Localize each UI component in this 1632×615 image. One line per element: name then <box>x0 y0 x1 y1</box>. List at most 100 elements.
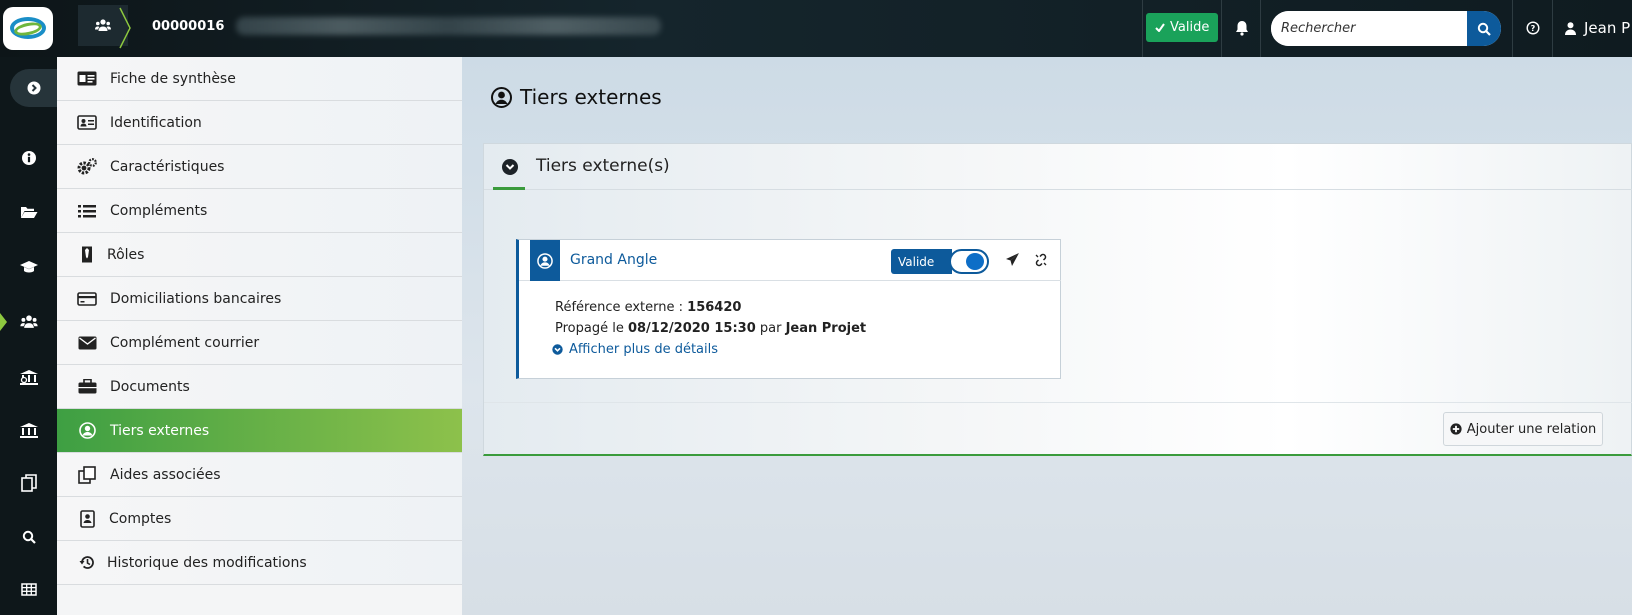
briefcase-icon <box>76 378 98 396</box>
menu-item-identification[interactable]: Identification <box>57 101 462 145</box>
menu-item-complement-courrier[interactable]: Complément courrier <box>57 321 462 365</box>
info-icon[interactable] <box>0 143 57 173</box>
folder-open-icon[interactable] <box>0 197 57 227</box>
blurred-dossier-title <box>236 17 661 35</box>
main-content: Tiers externes Tiers externe(s) Grand An… <box>462 57 1632 615</box>
menu-item-caracteristiques[interactable]: Caractéristiques <box>57 145 462 189</box>
unlink-icon[interactable] <box>1034 252 1048 271</box>
tie-icon <box>76 246 98 264</box>
address-card-icon <box>76 114 98 132</box>
show-more-details-link[interactable]: Afficher plus de détails <box>552 339 866 360</box>
user-menu[interactable]: Jean P <box>1565 19 1630 37</box>
card-header: Grand Angle Valide <box>519 240 1061 281</box>
section-menu: Fiche de synthèse Identification Caracté… <box>57 57 462 615</box>
chevron-down-circle-icon <box>552 344 563 355</box>
search-icon <box>1477 22 1491 36</box>
menu-item-aides-associees[interactable]: Aides associées <box>57 453 462 497</box>
tiers-status-badge: Valide <box>891 249 952 274</box>
page-title-text: Tiers externes <box>520 85 662 109</box>
user-name: Jean P <box>1584 19 1631 37</box>
propagated-label: Propagé le <box>555 321 628 336</box>
chevron-right-circle-icon <box>27 81 40 95</box>
app-logo[interactable] <box>3 7 53 50</box>
propagation-line: Propagé le 08/12/2020 15:30 par Jean Pro… <box>555 318 866 339</box>
user-circle-icon <box>76 422 98 440</box>
clone-icon <box>76 465 98 484</box>
menu-item-label: Rôles <box>107 246 145 263</box>
menu-item-label: Caractéristiques <box>110 158 225 175</box>
tiers-panel: Tiers externe(s) Grand Angle Valide Réfé… <box>483 143 1632 456</box>
menu-item-label: Aides associées <box>110 466 221 483</box>
menu-item-label: Domiciliations bancaires <box>110 290 282 307</box>
search-button[interactable] <box>1467 11 1501 46</box>
search-box <box>1271 11 1501 46</box>
bell-icon[interactable] <box>1230 16 1254 40</box>
status-toggle[interactable] <box>949 249 989 274</box>
plus-circle-icon <box>1450 423 1462 435</box>
menu-item-fiche-synthese[interactable]: Fiche de synthèse <box>57 57 462 101</box>
user-circle-icon <box>530 240 560 281</box>
status-label: Valide <box>1170 20 1210 35</box>
bank-user-icon[interactable] <box>0 362 57 392</box>
by-label: par <box>755 321 786 336</box>
user-icon <box>1565 21 1576 35</box>
menu-item-comptes[interactable]: Comptes <box>57 497 462 541</box>
tiers-card: Grand Angle Valide Référence externe : 1… <box>516 239 1061 379</box>
menu-item-label: Complément courrier <box>110 334 260 351</box>
external-reference-line: Référence externe : 156420 <box>555 297 866 318</box>
show-more-details-label: Afficher plus de détails <box>569 342 719 357</box>
search-nav-icon[interactable] <box>0 522 57 552</box>
list-icon <box>76 202 98 220</box>
menu-item-label: Fiche de synthèse <box>110 70 236 87</box>
status-badge: Valide <box>1146 13 1219 42</box>
menu-item-historique[interactable]: Historique des modifications <box>57 541 462 585</box>
left-rail <box>0 57 57 615</box>
propagated-by: Jean Projet <box>785 321 867 336</box>
paper-plane-icon[interactable] <box>1005 252 1020 271</box>
add-relation-button[interactable]: Ajouter une relation <box>1443 412 1603 446</box>
top-bar: 00000016 Valide ? Jean P <box>0 0 1632 57</box>
search-input[interactable] <box>1271 11 1466 46</box>
add-relation-label: Ajouter une relation <box>1466 421 1597 437</box>
menu-item-label: Identification <box>110 114 202 131</box>
gears-icon <box>76 158 98 176</box>
menu-item-tiers-externes[interactable]: Tiers externes <box>57 409 462 453</box>
credit-card-icon <box>76 290 98 308</box>
menu-item-label: Historique des modifications <box>107 554 307 571</box>
panel-tab-indicator <box>493 187 525 190</box>
divider <box>484 402 1632 403</box>
user-circle-icon <box>491 86 512 108</box>
menu-item-domiciliations[interactable]: Domiciliations bancaires <box>57 277 462 321</box>
menu-item-label: Compléments <box>110 202 208 219</box>
bank-icon[interactable] <box>0 415 57 445</box>
menu-item-label: Comptes <box>109 510 172 527</box>
menu-item-roles[interactable]: Rôles <box>57 233 462 277</box>
envelope-icon <box>76 334 98 352</box>
ref-value: 156420 <box>687 300 742 315</box>
collapse-chevron-icon[interactable] <box>502 159 518 175</box>
panel-title: Tiers externe(s) <box>536 156 670 176</box>
dossier-number: 00000016 <box>152 19 225 34</box>
menu-item-documents[interactable]: Documents <box>57 365 462 409</box>
help-icon[interactable]: ? <box>1526 20 1540 39</box>
svg-text:?: ? <box>1531 24 1536 33</box>
breadcrumb-chevron-icon <box>119 7 131 49</box>
menu-item-complements[interactable]: Compléments <box>57 189 462 233</box>
card-body: Référence externe : 156420 Propagé le 08… <box>552 297 866 360</box>
portrait-icon <box>76 509 98 528</box>
expand-rail-button[interactable] <box>10 69 57 107</box>
panel-header: Tiers externe(s) <box>484 144 1632 190</box>
page-title: Tiers externes <box>491 85 662 109</box>
id-card-icon <box>76 70 98 88</box>
graduation-cap-icon[interactable] <box>0 252 57 282</box>
check-icon <box>1155 23 1165 32</box>
menu-item-label: Documents <box>110 378 190 395</box>
documents-icon[interactable] <box>0 468 57 498</box>
history-icon <box>76 554 98 572</box>
users-icon[interactable] <box>0 307 57 337</box>
menu-item-label: Tiers externes <box>110 422 210 439</box>
table-icon[interactable] <box>0 574 57 604</box>
ref-label: Référence externe : <box>555 300 688 315</box>
tiers-name[interactable]: Grand Angle <box>570 252 657 268</box>
propagated-date: 08/12/2020 15:30 <box>627 321 756 336</box>
